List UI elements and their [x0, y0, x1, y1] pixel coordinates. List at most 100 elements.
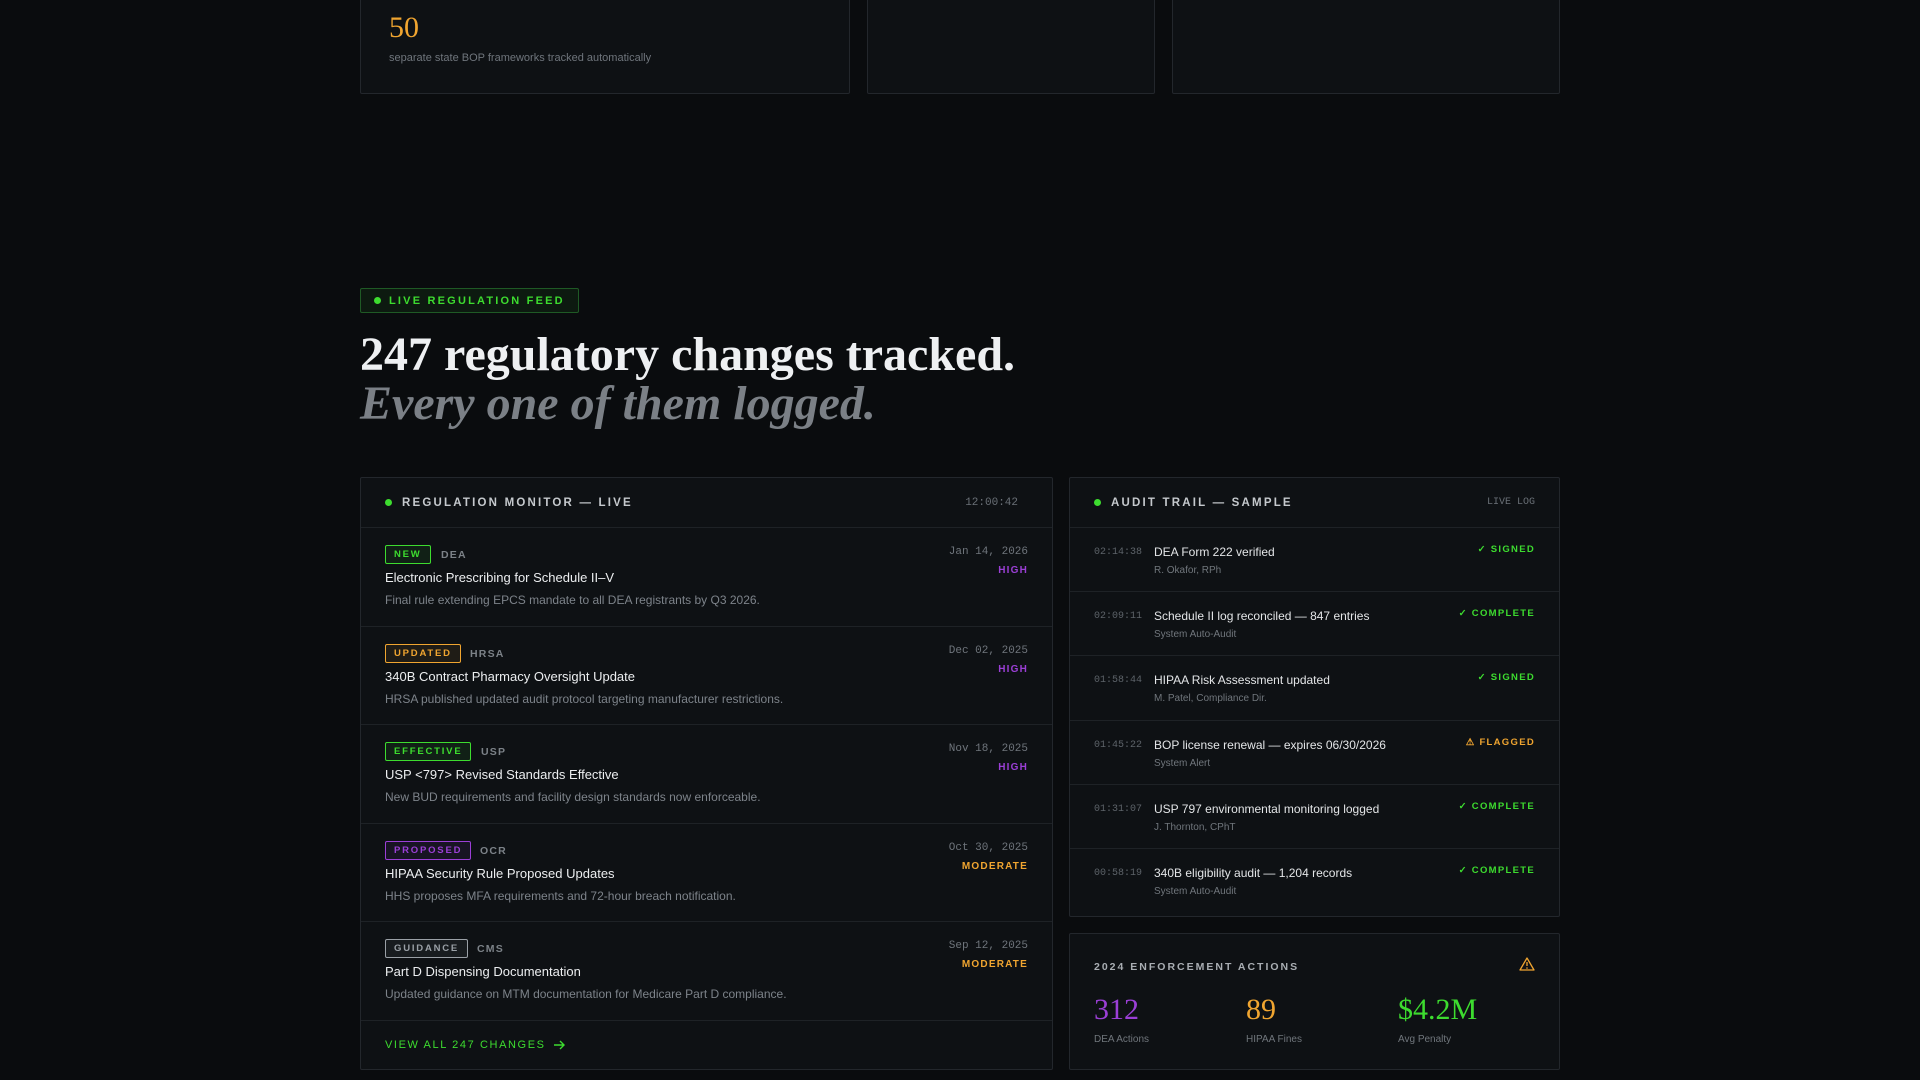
- panel-header: REGULATION MONITOR — LIVE 12:00:42: [361, 478, 1052, 528]
- enforcement-stat: 89 HIPAA Fines: [1246, 992, 1302, 1045]
- page-headline: 247 regulatory changes tracked.: [360, 328, 1016, 381]
- regulation-description: Updated guidance on MTM documentation fo…: [385, 987, 787, 1001]
- live-log-tag: LIVE LOG: [1486, 497, 1535, 508]
- status-tag: UPDATED: [385, 643, 461, 663]
- audit-entry[interactable]: 01:45:22 BOP license renewal — expires 06…: [1070, 721, 1559, 785]
- stat-label: HIPAA Fines: [1246, 1034, 1302, 1045]
- audit-list: 02:14:38 DEA Form 222 verified R. Okafor, …: [1070, 528, 1559, 913]
- live-dot-icon: [374, 297, 381, 304]
- regulation-description: Final rule extending EPCS mandate to all…: [385, 593, 760, 607]
- audit-time: 02:14:38: [1094, 547, 1143, 558]
- agency-label: HRSA: [470, 647, 505, 660]
- panel-title: REGULATION MONITOR — LIVE: [402, 496, 633, 509]
- live-dot-icon: [385, 499, 392, 506]
- stat-value: 50: [389, 11, 419, 44]
- enforcement-stat: $4.2M Avg Penalty: [1398, 992, 1477, 1045]
- severity-label: HIGH: [998, 565, 1028, 576]
- status-tag: GUIDANCE: [385, 939, 469, 958]
- status-tag: NEW: [385, 545, 431, 564]
- audit-entry[interactable]: 02:14:38 DEA Form 222 verified R. Okafor, …: [1070, 528, 1559, 593]
- audit-time: 00:58:19: [1094, 867, 1143, 879]
- audit-entry[interactable]: 01:58:44 HIPAA Risk Assessment updated M. …: [1070, 656, 1559, 721]
- audit-status: ✓ COMPLETE: [1458, 608, 1535, 620]
- audit-title: 340B eligibility audit — 1,204 records: [1154, 865, 1353, 880]
- audit-actor: System Alert: [1154, 757, 1211, 769]
- regulation-description: HHS proposes MFA requirements and 72-hou…: [385, 888, 736, 903]
- live-feed-label: LIVE REGULATION FEED: [389, 294, 565, 307]
- page-subheadline: Every one of them logged.: [360, 377, 876, 430]
- agency-label: DEA: [441, 549, 467, 561]
- panel-title: 2024 ENFORCEMENT ACTIONS: [1094, 961, 1300, 973]
- stat-caption: separate state BOP frameworks tracked au…: [389, 52, 652, 64]
- regulation-item[interactable]: EFFECTIVE USP Nov 18, 2025 HIGH USP <797> Re…: [361, 725, 1052, 824]
- severity-label: MODERATE: [961, 860, 1028, 872]
- audit-entry[interactable]: 00:58:19 340B eligibility audit — 1,204 r…: [1070, 849, 1559, 913]
- stat-card-bop: 50 separate state BOP frameworks tracked…: [360, 0, 850, 94]
- audit-entry[interactable]: 02:09:11 Schedule II log reconciled — 847…: [1070, 592, 1559, 657]
- audit-status: ⚠ FLAGGED: [1465, 736, 1535, 748]
- audit-time: 01:45:22: [1094, 739, 1143, 751]
- stat-value: 89: [1246, 993, 1276, 1026]
- regulation-monitor-panel: REGULATION MONITOR — LIVE 12:00:42 NEW DE…: [360, 477, 1053, 1070]
- audit-actor: M. Patel, Compliance Dir.: [1154, 693, 1267, 705]
- regulation-item[interactable]: PROPOSED OCR Oct 30, 2025 MODERATE HIPAA Sec…: [361, 824, 1052, 922]
- audit-time: 02:09:11: [1094, 611, 1143, 623]
- regulation-title: Part D Dispensing Documentation: [385, 964, 581, 979]
- date-label: Dec 02, 2025: [948, 644, 1028, 657]
- clock-readout: 12:00:42: [965, 496, 1018, 509]
- audit-time: 01:58:44: [1094, 675, 1143, 687]
- audit-title: BOP license renewal — expires 06/30/2026: [1154, 737, 1386, 752]
- audit-title: DEA Form 222 verified: [1154, 545, 1275, 559]
- enforcement-panel: 2024 ENFORCEMENT ACTIONS 312 DEA Actions 8…: [1069, 933, 1560, 1070]
- audit-title: HIPAA Risk Assessment updated: [1154, 673, 1330, 688]
- audit-status: ✓ SIGNED: [1477, 544, 1535, 555]
- date-label: Nov 18, 2025: [948, 743, 1028, 755]
- enforcement-stat: 312 DEA Actions: [1094, 992, 1149, 1045]
- live-dot-icon: [1094, 499, 1101, 506]
- agency-label: USP: [481, 746, 507, 758]
- regulation-item[interactable]: GUIDANCE CMS Sep 12, 2025 MODERATE Part D Di…: [361, 922, 1052, 1021]
- severity-label: HIGH: [998, 762, 1028, 773]
- stat-card-3: [1172, 0, 1560, 94]
- regulation-title: 340B Contract Pharmacy Oversight Update: [385, 668, 636, 684]
- warning-icon: [1519, 957, 1535, 971]
- audit-entry[interactable]: 01:31:07 USP 797 environmental monitoring…: [1070, 785, 1559, 849]
- stat-value: 312: [1094, 993, 1139, 1026]
- top-stat-cards: 50 separate state BOP frameworks tracked…: [360, 0, 1560, 94]
- regulation-title: Electronic Prescribing for Schedule II–V: [385, 570, 615, 585]
- date-label: Jan 14, 2026: [948, 546, 1028, 558]
- arrow-right-icon: [553, 1040, 565, 1050]
- regulation-item[interactable]: NEW DEA Jan 14, 2026 HIGH Electronic Prescri…: [361, 528, 1052, 627]
- regulation-list: NEW DEA Jan 14, 2026 HIGH Electronic Prescri…: [361, 528, 1052, 1021]
- agency-label: CMS: [477, 943, 504, 955]
- regulation-description: HRSA published updated audit protocol ta…: [385, 691, 784, 706]
- audit-actor: System Auto-Audit: [1154, 885, 1237, 897]
- stat-value: $4.2M: [1398, 993, 1478, 1026]
- audit-title: Schedule II log reconciled — 847 entries: [1154, 609, 1370, 624]
- audit-status: ✓ SIGNED: [1477, 672, 1535, 684]
- regulation-description: New BUD requirements and facility design…: [385, 790, 761, 804]
- regulation-title: HIPAA Security Rule Proposed Updates: [385, 865, 615, 881]
- regulation-title: USP <797> Revised Standards Effective: [385, 767, 619, 782]
- date-label: Sep 12, 2025: [948, 940, 1028, 952]
- status-tag: EFFECTIVE: [385, 742, 472, 761]
- status-tag: PROPOSED: [385, 840, 472, 860]
- audit-status: ✓ COMPLETE: [1458, 864, 1535, 876]
- regulation-item[interactable]: UPDATED HRSA Dec 02, 2025 HIGH 340B Contract…: [361, 627, 1052, 725]
- audit-time: 01:31:07: [1094, 803, 1143, 815]
- agency-label: OCR: [480, 844, 507, 857]
- panel-title: AUDIT TRAIL — SAMPLE: [1111, 496, 1293, 509]
- live-feed-badge: LIVE REGULATION FEED: [360, 288, 579, 313]
- severity-label: MODERATE: [961, 959, 1028, 970]
- audit-actor: J. Thornton, CPhT: [1154, 821, 1236, 833]
- audit-trail-panel: AUDIT TRAIL — SAMPLE LIVE LOG 02:14:38 DE…: [1069, 477, 1560, 917]
- view-all-changes-link[interactable]: VIEW ALL 247 CHANGES: [385, 1039, 566, 1051]
- stat-label: DEA Actions: [1094, 1034, 1150, 1045]
- severity-label: HIGH: [998, 663, 1028, 675]
- view-all-label: VIEW ALL 247 CHANGES: [385, 1039, 546, 1051]
- date-label: Oct 30, 2025: [948, 841, 1028, 854]
- audit-actor: System Auto-Audit: [1154, 629, 1237, 641]
- stat-card-2: [867, 0, 1155, 94]
- audit-actor: R. Okafor, RPh: [1154, 565, 1222, 576]
- stat-label: Avg Penalty: [1398, 1034, 1452, 1045]
